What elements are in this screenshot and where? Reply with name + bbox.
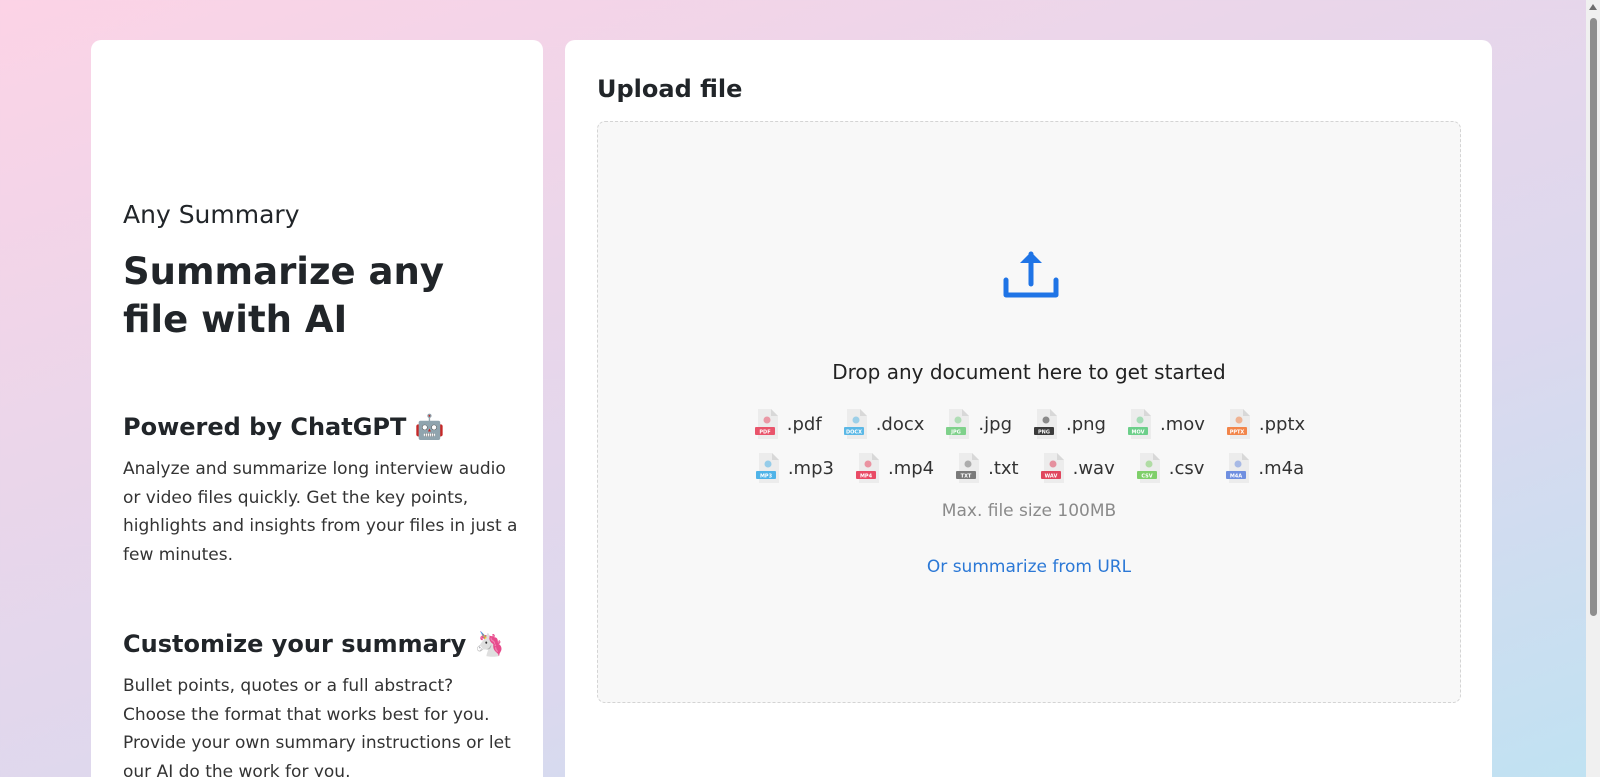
file-type-pdf: PDF .pdf bbox=[753, 408, 822, 440]
intro-panel: Any Summary Summarize any file with AI P… bbox=[91, 40, 543, 777]
file-txt-icon: TXT bbox=[956, 453, 980, 483]
page-scrollbar[interactable] bbox=[1586, 0, 1600, 777]
upload-title: Upload file bbox=[597, 75, 743, 103]
file-type-label: .m4a bbox=[1258, 457, 1305, 479]
file-type-label: .pdf bbox=[786, 413, 822, 435]
file-type-wav: WAV .wav bbox=[1039, 452, 1115, 484]
upload-icon bbox=[1003, 251, 1059, 298]
feature-text: Bullet points, quotes or a full abstract… bbox=[123, 676, 511, 777]
file-docx-icon: DOCX bbox=[843, 409, 867, 439]
file-badge-label: MP3 bbox=[760, 474, 773, 480]
file-type-label: .docx bbox=[875, 413, 925, 435]
drop-instructions: Drop any document here to get started bbox=[832, 360, 1226, 384]
file-mp3-icon: MP3 bbox=[755, 453, 779, 483]
file-type-label: .wav bbox=[1072, 457, 1115, 479]
feature-customize: Customize your summary 🦄 Bullet points, … bbox=[123, 630, 518, 777]
file-badge-label: MOV bbox=[1132, 430, 1145, 436]
file-type-label: .mp4 bbox=[887, 457, 935, 479]
file-type-label: .mov bbox=[1159, 413, 1205, 435]
file-badge-label: CSV bbox=[1141, 474, 1152, 480]
file-csv-icon: CSV bbox=[1136, 453, 1160, 483]
file-type-label: .mp3 bbox=[787, 457, 834, 479]
scroll-up-arrow-icon[interactable] bbox=[1589, 4, 1597, 10]
feature-chatgpt: Powered by ChatGPT 🤖 Analyze and summari… bbox=[123, 413, 518, 569]
file-jpg-icon: JPG bbox=[946, 409, 970, 439]
file-badge-label: WAV bbox=[1044, 474, 1057, 480]
file-types-row: MP3 .mp3 MP4 .mp4 TXT .txt WAV .wav CSV .csv M4A .m… bbox=[598, 452, 1460, 484]
file-badge-label: PPTX bbox=[1230, 430, 1245, 436]
file-types-row: PDF .pdf DOCX .docx JPG .jpg PNG .png MOV .mov PPT… bbox=[598, 408, 1460, 440]
file-type-csv: CSV .csv bbox=[1135, 452, 1205, 484]
file-type-jpg: JPG .jpg bbox=[944, 408, 1012, 440]
file-dropzone[interactable]: Drop any document here to get started PD… bbox=[597, 121, 1461, 703]
file-type-label: .csv bbox=[1168, 457, 1205, 479]
file-mov-icon: MOV bbox=[1127, 409, 1151, 439]
file-pptx-icon: PPTX bbox=[1226, 409, 1250, 439]
file-badge-label: DOCX bbox=[846, 430, 862, 436]
file-type-m4a: M4A .m4a bbox=[1224, 452, 1304, 484]
file-type-label: .png bbox=[1066, 413, 1106, 435]
file-type-png: PNG .png bbox=[1032, 408, 1106, 440]
file-badge-label: PNG bbox=[1038, 430, 1050, 436]
file-type-docx: DOCX .docx bbox=[842, 408, 925, 440]
file-type-mov: MOV .mov bbox=[1126, 408, 1205, 440]
file-badge-label: PDF bbox=[759, 430, 770, 436]
file-wav-icon: WAV bbox=[1040, 453, 1064, 483]
file-mp4-icon: MP4 bbox=[855, 453, 879, 483]
max-file-size: Max. file size 100MB bbox=[941, 501, 1117, 521]
file-pdf-icon: PDF bbox=[754, 409, 778, 439]
upload-panel: Upload file Drop any document here to ge… bbox=[565, 40, 1492, 777]
file-type-txt: TXT .txt bbox=[954, 452, 1019, 484]
file-type-mp4: MP4 .mp4 bbox=[854, 452, 934, 484]
file-type-label: .txt bbox=[988, 457, 1019, 479]
feature-text: Analyze and summarize long interview aud… bbox=[123, 459, 518, 565]
file-png-icon: PNG bbox=[1034, 409, 1057, 439]
summarize-from-url-link[interactable]: Or summarize from URL bbox=[598, 557, 1460, 577]
file-badge-label: MP4 bbox=[860, 474, 873, 480]
headline: Summarize any file with AI bbox=[123, 250, 444, 341]
file-type-label: .jpg bbox=[978, 413, 1012, 435]
file-m4a-icon: M4A bbox=[1226, 453, 1250, 483]
file-type-mp3: MP3 .mp3 bbox=[754, 452, 834, 484]
file-type-pptx: PPTX .pptx bbox=[1225, 408, 1305, 440]
app-name: Any Summary bbox=[123, 200, 300, 229]
file-badge-label: JPG bbox=[951, 430, 962, 436]
feature-title: Powered by ChatGPT 🤖 bbox=[123, 413, 445, 441]
feature-title: Customize your summary 🦄 bbox=[123, 630, 505, 658]
file-type-label: .pptx bbox=[1258, 413, 1306, 435]
file-badge-label: TXT bbox=[961, 474, 972, 480]
scrollbar-thumb[interactable] bbox=[1590, 18, 1597, 616]
file-badge-label: M4A bbox=[1230, 474, 1242, 480]
